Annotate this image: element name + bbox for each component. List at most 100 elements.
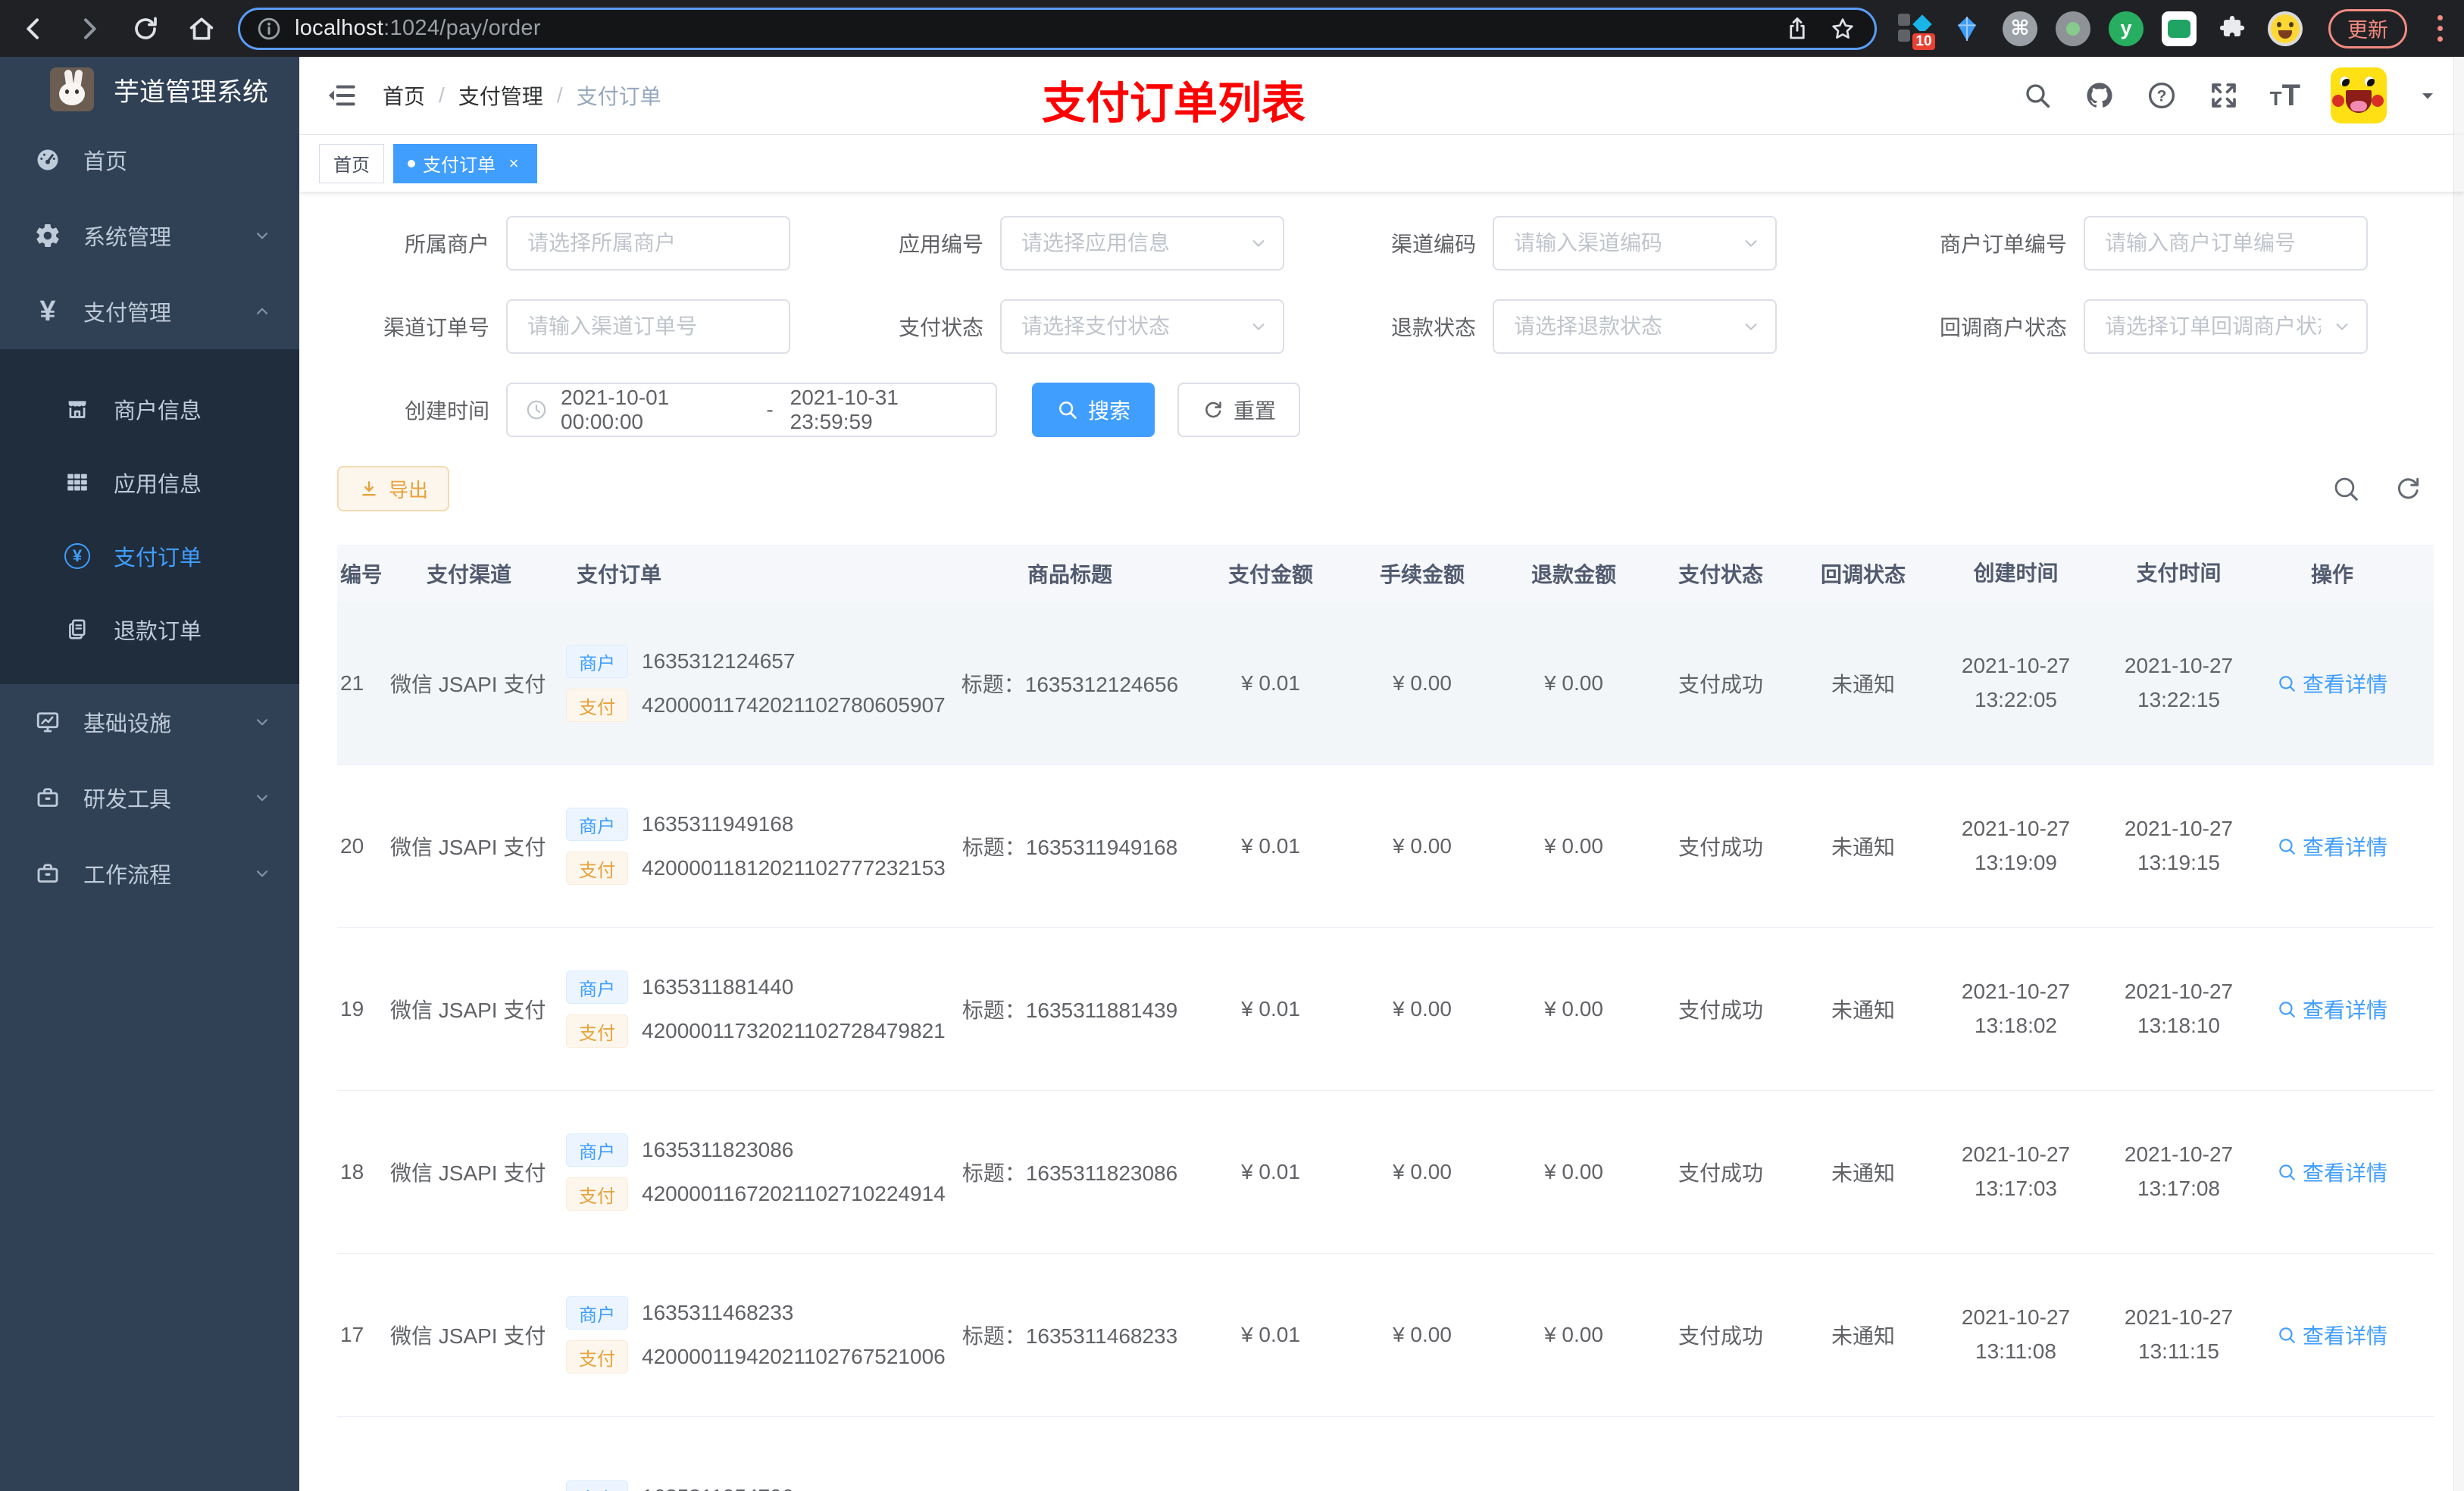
search-button[interactable]: 搜索 (1032, 383, 1155, 437)
merchant-order-no: 1635311823086 (642, 1138, 794, 1161)
github-icon[interactable] (2084, 80, 2115, 111)
merchant-order-no: 1635312124657 (642, 649, 796, 673)
sidebar-item-system[interactable]: 系统管理 (0, 198, 299, 274)
merchant-tag: 商户 (566, 645, 628, 678)
breadcrumb-home[interactable]: 首页 (383, 80, 425, 111)
sidebar-fold-icon[interactable] (325, 80, 357, 111)
font-size-icon[interactable]: TT (2270, 79, 2300, 113)
sidebar-item-merchant-info[interactable]: 商户信息 (0, 372, 299, 445)
page-scrollbar[interactable] (2453, 57, 2464, 1491)
create-time-range-picker[interactable]: 2021-10-01 00:00:00 - 2021-10-31 23:59:5… (506, 383, 997, 437)
avatar-caret-icon[interactable] (2417, 85, 2438, 106)
sidebar-item-home[interactable]: 首页 (0, 122, 299, 198)
channel-pay-no: 4200001181202110277723215336 (642, 856, 945, 880)
sidebar-item-pay-order[interactable]: ¥ 支付订单 (0, 519, 299, 592)
page-title-annotation: 支付订单列表 (1042, 79, 1306, 128)
browser-forward-button[interactable] (73, 12, 106, 45)
breadcrumb-pay[interactable]: 支付管理 (458, 80, 543, 111)
app-id-select[interactable] (1000, 216, 1284, 270)
sidebar-item-infrastructure[interactable]: 基础设施 (0, 684, 299, 760)
browser-home-button[interactable] (185, 12, 218, 45)
pay-tag: 支付 (566, 1014, 628, 1048)
bookmark-star-icon[interactable] (1826, 12, 1859, 45)
address-bar[interactable]: localhost:1024/pay/order (238, 7, 1877, 50)
extension-gem-icon[interactable] (1950, 11, 1984, 46)
table-row[interactable]: 21 微信 JSAPI 支付 商户 1635312124657 支付 4200001… (337, 602, 2434, 765)
tab-home[interactable]: 首页 (319, 143, 384, 183)
export-button[interactable]: 导出 (337, 466, 450, 511)
channel-pay-no: 4200001194202110276752100612 (642, 1345, 945, 1368)
view-detail-link[interactable]: 查看详情 (2277, 668, 2387, 699)
merchant-order-no-input[interactable] (2084, 216, 2368, 270)
sidebar-item-app-info[interactable]: 应用信息 (0, 445, 299, 519)
notify-status-select[interactable] (2084, 299, 2368, 354)
merchant-select[interactable] (506, 216, 790, 270)
refund-status-select[interactable] (1493, 299, 1777, 354)
extension-command-icon[interactable]: ⌘ (2003, 11, 2037, 46)
cell-create-time: 2021-10-27 13:22:05 (1961, 654, 2071, 711)
tags-view-bar: 首页 支付订单 (299, 135, 2464, 192)
table-row[interactable]: 17 微信 JSAPI 支付 商户 1635311468233 支付 4200001… (337, 1254, 2434, 1417)
shop-icon (64, 396, 91, 422)
merchant-tag: 商户 (566, 1133, 628, 1167)
sidebar-item-pay[interactable]: ¥ 支付管理 (0, 274, 299, 349)
chevron-down-icon (252, 226, 272, 245)
extension-chat-icon[interactable] (2162, 11, 2197, 46)
toolbox-icon (33, 784, 62, 811)
fullscreen-icon[interactable] (2208, 80, 2240, 111)
view-detail-link[interactable]: 查看详情 (2277, 994, 2387, 1024)
table-refresh-icon[interactable] (2391, 472, 2425, 505)
clock-icon (524, 398, 549, 422)
pay-tag: 支付 (566, 689, 628, 722)
extension-dot-icon[interactable] (2056, 11, 2090, 46)
profile-avatar[interactable] (2268, 11, 2303, 46)
app-title: 芋道管理系统 (114, 77, 268, 107)
table-search-toggle-icon[interactable] (2329, 472, 2362, 505)
page-content: 所属商户 应用编号 渠道编码 商户订单编号 渠道订单号 支付状态 退款状态 回调… (299, 192, 2464, 1491)
site-info-icon[interactable] (255, 15, 283, 42)
tab-pay-order[interactable]: 支付订单 (393, 143, 537, 183)
view-detail-link[interactable]: 查看详情 (2277, 1320, 2387, 1350)
browser-reload-button[interactable] (129, 12, 162, 45)
table-row[interactable]: 19 微信 JSAPI 支付 商户 1635311881440 支付 4200001… (337, 928, 2434, 1091)
browser-menu-icon[interactable] (2437, 15, 2443, 42)
sidebar-item-refund-order[interactable]: 退款订单 (0, 592, 299, 666)
sidebar-item-workflow[interactable]: 工作流程 (0, 836, 299, 911)
browser-back-button[interactable] (17, 12, 50, 45)
chevron-down-icon (252, 788, 272, 808)
extensions-puzzle-icon[interactable] (2215, 11, 2250, 46)
table-row-partial[interactable]: 商户 1635311954796 (337, 1417, 2434, 1491)
briefcase-icon (33, 860, 62, 887)
extension-badge: 10 (1910, 30, 1937, 52)
help-icon[interactable]: ? (2146, 80, 2178, 111)
table-row[interactable]: 20 微信 JSAPI 支付 商户 1635311949168 支付 4200001… (337, 765, 2434, 928)
user-avatar[interactable] (2331, 67, 2387, 123)
cell-pay-order: 商户 1635311954796 (557, 1417, 945, 1491)
sidebar-item-dev-tools[interactable]: 研发工具 (0, 760, 299, 836)
pay-order-table: 编号 支付渠道 支付订单 商品标题 支付金额 手续金额 退款金额 支付状态 回调… (337, 545, 2434, 1491)
document-icon (64, 617, 91, 642)
sidebar: 芋道管理系统 首页 系统管理 ¥ 支付管理 商户信息 应用信息 ¥ 支付订单 退… (0, 57, 299, 1491)
table-row[interactable]: 18 微信 JSAPI 支付 商户 1635311823086 支付 4200001… (337, 1091, 2434, 1254)
monitor-icon (33, 708, 62, 736)
cell-pay-order: 商户 1635312124657 支付 4200001174202110278060… (557, 634, 945, 733)
extension-y-icon[interactable]: y (2109, 11, 2143, 46)
share-icon[interactable] (1781, 12, 1814, 45)
merchant-order-no: 1635311954796 (642, 1485, 793, 1491)
header-search-icon[interactable] (2022, 80, 2053, 111)
extension-tabs-icon[interactable]: 10 (1896, 11, 1937, 52)
view-detail-link[interactable]: 查看详情 (2277, 1157, 2387, 1187)
channel-order-no-input[interactable] (506, 299, 790, 354)
yen-circle-icon: ¥ (64, 542, 91, 569)
view-detail-link[interactable]: 查看详情 (2277, 831, 2387, 861)
app-logo: 芋道管理系统 (0, 57, 299, 122)
channel-pay-no: 4200001173202110272847982104 (642, 1019, 945, 1042)
cell-pay-order: 商户 1635311949168 支付 4200001181202110277723… (557, 797, 945, 896)
browser-update-button[interactable]: 更新 (2328, 8, 2407, 48)
reset-button[interactable]: 重置 (1177, 383, 1301, 437)
pay-status-select[interactable] (1000, 299, 1284, 354)
merchant-order-no: 1635311468233 (642, 1301, 794, 1324)
chevron-up-icon (252, 302, 272, 321)
channel-code-select[interactable] (1493, 216, 1777, 270)
tab-close-icon[interactable] (505, 155, 523, 173)
